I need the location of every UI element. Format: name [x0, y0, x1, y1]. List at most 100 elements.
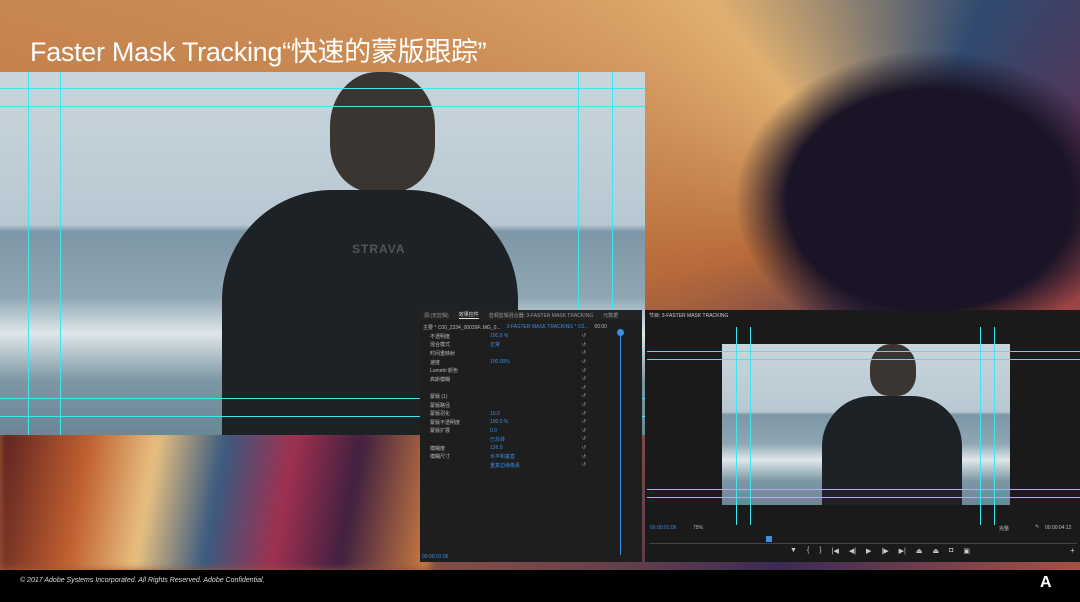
effect-row-value[interactable]: 100.0 %	[490, 333, 550, 339]
effect-row[interactable]: 混合模式 正常 ↺	[420, 341, 642, 350]
guide-line	[647, 497, 1080, 498]
reset-icon[interactable]: ↺	[582, 350, 586, 356]
tab-audio-mixer[interactable]: 音频剪辑混合器: 3-FASTER MASK TRACKING	[489, 312, 593, 319]
clip-target[interactable]: 3-FASTER MASK TRACKING * C0...	[507, 324, 589, 330]
step-forward-icon[interactable]: |▶	[881, 547, 888, 555]
step-back-icon[interactable]: ◀|	[849, 547, 856, 555]
effect-row-label: 蒙版路径	[430, 402, 451, 409]
current-timecode[interactable]: 00:00:01:06	[650, 525, 676, 531]
transport-controls: ▼ { } |◀ ◀| ▶ |▶ ▶| ⏏ ⏏ ◘ ▣	[790, 547, 970, 555]
guide-line	[28, 72, 29, 435]
reset-icon[interactable]: ↺	[582, 402, 586, 408]
effect-row[interactable]: Lumetri 颜色 ↺	[420, 366, 642, 375]
quality-select[interactable]: 完整	[999, 525, 1009, 532]
effect-controls-panel: 源:(无剪辑) 效果控件 音频剪辑混合器: 3-FASTER MASK TRAC…	[420, 310, 642, 562]
reset-icon[interactable]: ↺	[582, 419, 586, 425]
go-to-out-icon[interactable]: ▶|	[899, 547, 906, 555]
mark-out-icon[interactable]: }	[819, 547, 821, 555]
reset-icon[interactable]: ↺	[582, 342, 586, 348]
panel-time: 00:00	[594, 324, 607, 330]
effect-row[interactable]: 速度 100.00% ↺	[420, 358, 642, 367]
guide-line	[750, 327, 751, 525]
adobe-logo: A	[1040, 574, 1052, 591]
extract-icon[interactable]: ⏏	[932, 547, 939, 555]
effect-row[interactable]: 蒙版羽化 10.0 ↺	[420, 409, 642, 418]
slide-background-swirl	[0, 430, 430, 570]
reset-icon[interactable]: ↺	[582, 333, 586, 339]
effect-row-value[interactable]: 水平和垂直	[490, 453, 550, 460]
lift-icon[interactable]: ⏏	[916, 547, 923, 555]
effect-row-label: 蒙版不透明度	[430, 419, 461, 426]
go-to-in-icon[interactable]: |◀	[832, 547, 839, 555]
export-frame-icon[interactable]: ◘	[949, 547, 953, 555]
program-monitor-title: 节目: 3-FASTER MASK TRACKING	[649, 313, 729, 319]
effect-row-value[interactable]: 正常	[490, 341, 550, 348]
effect-row[interactable]: 重复边缘像素 ↺	[420, 461, 642, 470]
guide-line	[0, 106, 645, 107]
reset-icon[interactable]: ↺	[582, 445, 586, 451]
effect-row-value[interactable]: 0.0	[490, 428, 550, 434]
guide-line	[0, 88, 645, 89]
reset-icon[interactable]: ↺	[582, 368, 586, 374]
effect-row[interactable]: 不透明度 100.0 % ↺	[420, 332, 642, 341]
effect-row[interactable]: 时间重映射 ↺	[420, 349, 642, 358]
effect-row[interactable]: 模糊尺寸 水平和垂直 ↺	[420, 452, 642, 461]
guide-line	[647, 359, 1080, 360]
effect-row-value[interactable]: 100.00%	[490, 359, 550, 365]
guide-line	[60, 72, 61, 435]
playhead-handle[interactable]	[617, 329, 624, 336]
zoom-select[interactable]: 75%	[693, 525, 703, 531]
program-video-frame	[722, 344, 1010, 505]
effect-row-value[interactable]: 100.0 %	[490, 419, 550, 425]
compare-icon[interactable]: ▣	[963, 547, 970, 555]
effect-row[interactable]: 蒙版路径 ↺	[420, 401, 642, 410]
effect-row[interactable]: 模糊度 126.0 ↺	[420, 444, 642, 453]
slide-title: Faster Mask Tracking“快速的蒙版跟踪”	[30, 37, 487, 67]
footer: © 2017 Adobe Systems Incorporated. All R…	[0, 570, 1080, 602]
program-monitor-panel: 节目: 3-FASTER MASK TRACKING 00:00:01:06 7…	[645, 310, 1080, 562]
effect-row-value[interactable]: 126.0	[490, 445, 550, 451]
effect-row-value[interactable]: 重复边缘像素	[490, 462, 550, 469]
effect-row[interactable]: 蒙版 (1) ↺	[420, 392, 642, 401]
mark-in-icon[interactable]: {	[807, 547, 809, 555]
reset-icon[interactable]: ↺	[582, 359, 586, 365]
reset-icon[interactable]: ↺	[582, 454, 586, 460]
reset-icon[interactable]: ↺	[582, 428, 586, 434]
reset-icon[interactable]: ↺	[582, 385, 586, 391]
effect-row-label: 蒙版羽化	[430, 411, 451, 418]
panel-bottom-time: 00:00:01:06	[422, 554, 449, 560]
reset-icon[interactable]: ↺	[582, 411, 586, 417]
effect-rows: 不透明度 100.0 % ↺ 混合模式 正常 ↺ 时间重映射 ↺ 速度 100.00% ↺ Lumet…	[420, 332, 642, 470]
timeline-ruler[interactable]	[649, 543, 1077, 544]
panel-tabs: 源:(无剪辑) 效果控件 音频剪辑混合器: 3-FASTER MASK TRAC…	[420, 310, 642, 320]
reset-icon[interactable]: ↺	[582, 462, 586, 468]
panel-timeline-track	[620, 330, 621, 555]
effect-row-label: 时间重映射	[430, 350, 456, 357]
play-icon[interactable]: ▶	[866, 547, 871, 555]
guide-line	[980, 327, 981, 525]
reset-icon[interactable]: ↺	[582, 436, 586, 442]
tab-effect-controls[interactable]: 效果控件	[458, 311, 479, 319]
effect-row[interactable]: 高斯模糊 ↺	[420, 375, 642, 384]
effect-row[interactable]: 蒙版不透明度 100.0 % ↺	[420, 418, 642, 427]
person-head	[330, 72, 435, 192]
effect-row-label: 不透明度	[430, 333, 451, 340]
reset-icon[interactable]: ↺	[582, 393, 586, 399]
tab-source[interactable]: 源:(无剪辑)	[424, 312, 449, 319]
guide-line	[994, 327, 995, 525]
effect-row-label: 模糊尺寸	[430, 454, 451, 461]
effect-row[interactable]: 蒙版扩展 0.0 ↺	[420, 427, 642, 436]
add-marker-icon[interactable]: ▼	[790, 547, 797, 555]
clip-source[interactable]: 主要 * C00_2334_00039F..MG_0...	[423, 324, 501, 331]
effect-row-value[interactable]: 已反转	[490, 436, 550, 443]
add-button-icon[interactable]: +	[1070, 546, 1075, 555]
effect-row-value[interactable]: 10.0	[490, 411, 550, 417]
guide-line	[647, 351, 1080, 352]
effect-row[interactable]: ↺	[420, 384, 642, 393]
guide-line	[647, 489, 1080, 490]
tab-metadata[interactable]: 元数据	[603, 312, 618, 319]
reset-icon[interactable]: ↺	[582, 376, 586, 382]
playhead-marker[interactable]	[766, 536, 772, 542]
effect-row[interactable]: 已反转 ↺	[420, 435, 642, 444]
wrench-icon[interactable]: ✎	[1035, 524, 1039, 530]
